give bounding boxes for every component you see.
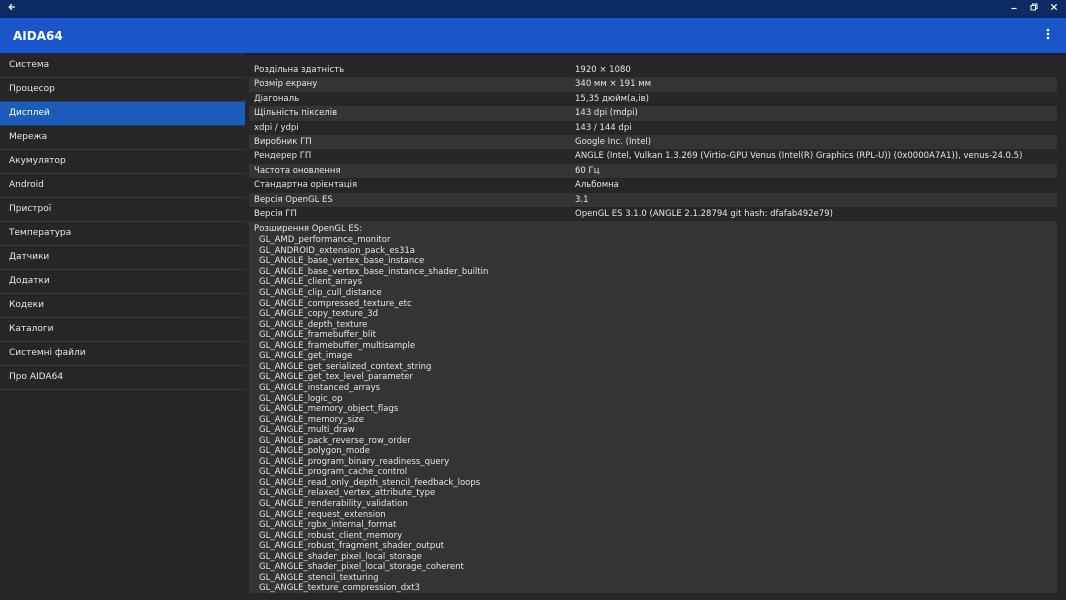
extension-item: GL_ANGLE_relaxed_vertex_attribute_type bbox=[259, 488, 436, 499]
extension-item: GL_ANGLE_framebuffer_multisample bbox=[259, 340, 416, 351]
property-row: xdpi / ydpi 143 / 144 dpi bbox=[249, 121, 1057, 135]
minimize-icon[interactable] bbox=[1008, 0, 1020, 18]
extension-item: GL_ANGLE_client_arrays bbox=[259, 277, 363, 288]
extension-item: GL_ANGLE_stencil_texturing bbox=[259, 572, 379, 583]
property-row: Діагональ 15,35 дюйм(а,ів) bbox=[249, 92, 1057, 106]
sidebar-item[interactable]: Пристрої bbox=[0, 198, 245, 222]
sidebar-item[interactable]: Кодеки bbox=[0, 294, 245, 318]
property-key: Стандартна орієнтація bbox=[254, 180, 358, 191]
property-value: Google Inc. (Intel) bbox=[575, 136, 652, 147]
extension-item: GL_ANGLE_multi_draw bbox=[259, 425, 355, 436]
sidebar-item[interactable]: Додатки bbox=[0, 270, 245, 294]
properties-list: Роздільна здатність 1920 × 1080 Розмір екр… bbox=[249, 63, 1057, 221]
extension-item: GL_ANGLE_instanced_arrays bbox=[259, 382, 381, 393]
extension-item: GL_ANGLE_get_tex_level_parameter bbox=[259, 372, 413, 383]
app-title: AIDA64 bbox=[13, 28, 63, 43]
property-value: Альбомна bbox=[575, 180, 619, 191]
property-value: 60 Гц bbox=[575, 165, 600, 176]
extension-item: GL_ANGLE_pack_reverse_row_order bbox=[259, 435, 411, 446]
arrow-left-icon[interactable] bbox=[6, 0, 18, 18]
extensions-block: Розширення OpenGL ES: GL_AMD_performance… bbox=[249, 221, 1057, 594]
extension-item: GL_ANGLE_compressed_texture_etc bbox=[259, 298, 412, 309]
property-value: ANGLE (Intel, Vulkan 1.3.269 (Virtio-GPU… bbox=[575, 151, 1023, 162]
extension-item: GL_ANGLE_shader_pixel_local_storage bbox=[259, 551, 422, 562]
extension-item: GL_ANGLE_framebuffer_blit bbox=[259, 330, 376, 341]
property-row: Версія ГП OpenGL ES 3.1.0 (ANGLE 2.1.2879… bbox=[249, 207, 1057, 221]
property-key: Розмір екрану bbox=[254, 79, 318, 90]
property-row: Щільність пікселів 143 dpi (mdpi) bbox=[249, 106, 1057, 121]
extension-item: GL_ANGLE_renderability_validation bbox=[259, 498, 408, 509]
sidebar-item[interactable]: Датчики bbox=[0, 246, 245, 270]
extension-item: GL_ANGLE_read_only_depth_stencil_feedbac… bbox=[259, 477, 481, 488]
extension-item: GL_ANGLE_request_extension bbox=[259, 509, 386, 520]
sidebar-item[interactable]: Про AIDA64 bbox=[0, 366, 245, 390]
sidebar-item[interactable]: Система bbox=[0, 54, 245, 78]
extension-item: GL_ANGLE_get_serialized_context_string bbox=[259, 361, 432, 372]
sidebar-item[interactable]: Дисплей bbox=[0, 102, 245, 126]
extension-item: GL_ANGLE_polygon_mode bbox=[259, 446, 371, 457]
close-icon[interactable] bbox=[1048, 0, 1060, 18]
restore-icon[interactable] bbox=[1028, 0, 1040, 18]
sidebar-menu: Система Процесор Дисплей Мережа Акумулятор An… bbox=[0, 53, 245, 600]
display-details-panel: Роздільна здатність 1920 × 1080 Розмір екр… bbox=[249, 53, 1057, 600]
property-key: Роздільна здатність bbox=[254, 65, 345, 75]
window-titlebar bbox=[0, 0, 1066, 18]
extensions-list: GL_AMD_performance_monitor GL_ANDROID_ext… bbox=[254, 235, 1052, 593]
extension-item: GL_ANGLE_base_vertex_base_instance_shade… bbox=[259, 266, 489, 277]
extension-item: GL_ANGLE_program_binary_readiness_query bbox=[259, 456, 450, 467]
extension-item: GL_ANGLE_depth_texture bbox=[259, 319, 368, 330]
extension-item: GL_ANDROID_extension_pack_es31a bbox=[259, 245, 416, 256]
property-key: Частота оновлення bbox=[254, 165, 341, 176]
sidebar-item[interactable]: Процесор bbox=[0, 78, 245, 102]
extension-item: GL_ANGLE_memory_object_flags bbox=[259, 404, 399, 415]
sidebar-item[interactable]: Системні файли bbox=[0, 342, 245, 366]
extension-item: GL_ANGLE_shader_pixel_local_storage_cohe… bbox=[259, 562, 464, 573]
property-row: Розмір екрану 340 мм × 191 мм bbox=[249, 77, 1057, 92]
extension-item: GL_ANGLE_memory_size bbox=[259, 414, 364, 425]
extension-item: GL_ANGLE_logic_op bbox=[259, 393, 343, 404]
overflow-menu-icon[interactable] bbox=[1038, 28, 1058, 44]
property-value: 15,35 дюйм(а,ів) bbox=[575, 93, 649, 104]
property-row: Виробник ГП Google Inc. (Intel) bbox=[249, 134, 1057, 150]
property-value: 143 / 144 dpi bbox=[575, 122, 632, 133]
property-row: Частота оновлення 60 Гц bbox=[249, 163, 1057, 179]
property-row: Роздільна здатність 1920 × 1080 bbox=[249, 63, 1057, 77]
property-value: 340 мм × 191 мм bbox=[575, 79, 652, 90]
extension-item: GL_ANGLE_texture_compression_dxt3 bbox=[259, 583, 420, 594]
extension-item: GL_ANGLE_rgbx_internal_format bbox=[259, 520, 397, 531]
property-row: Версія OpenGL ES 3.1 bbox=[249, 192, 1057, 207]
property-key: Виробник ГП bbox=[254, 136, 312, 147]
app-bar: AIDA64 bbox=[0, 18, 1066, 53]
property-key: Версія ГП bbox=[254, 208, 297, 219]
property-value: OpenGL ES 3.1.0 (ANGLE 2.1.28794 git has… bbox=[575, 208, 833, 219]
extension-item: GL_ANGLE_get_image bbox=[259, 351, 353, 362]
extension-item: GL_ANGLE_clip_cull_distance bbox=[259, 288, 382, 299]
property-row: Стандартна орієнтація Альбомна bbox=[249, 178, 1057, 192]
property-value: 3.1 bbox=[575, 194, 589, 205]
property-key: Рендерер ГП bbox=[254, 151, 312, 162]
extensions-title: Розширення OpenGL ES: bbox=[254, 224, 363, 235]
sidebar-item[interactable]: Android bbox=[0, 174, 245, 198]
sidebar-item[interactable]: Акумулятор bbox=[0, 150, 245, 174]
property-row: Рендерер ГП ANGLE (Intel, Vulkan 1.3.269 … bbox=[249, 149, 1057, 163]
sidebar-item[interactable]: Мережа bbox=[0, 126, 245, 150]
property-key: Версія OpenGL ES bbox=[254, 194, 333, 205]
property-value: 1920 × 1080 bbox=[575, 65, 631, 75]
extension-item: GL_ANGLE_robust_fragment_shader_output bbox=[259, 541, 444, 552]
extension-item: GL_ANGLE_base_vertex_base_instance bbox=[259, 256, 425, 267]
property-key: Щільність пікселів bbox=[254, 108, 338, 119]
property-value: 143 dpi (mdpi) bbox=[575, 108, 638, 119]
property-key: xdpi / ydpi bbox=[254, 122, 299, 133]
extension-item: GL_AMD_performance_monitor bbox=[259, 235, 391, 246]
sidebar-item[interactable]: Температура bbox=[0, 222, 245, 246]
extension-item: GL_ANGLE_copy_texture_3d bbox=[259, 309, 378, 320]
property-key: Діагональ bbox=[254, 93, 300, 104]
extension-item: GL_ANGLE_program_cache_control bbox=[259, 467, 408, 478]
sidebar-item[interactable]: Каталоги bbox=[0, 318, 245, 342]
extension-item: GL_ANGLE_robust_client_memory bbox=[259, 530, 403, 541]
